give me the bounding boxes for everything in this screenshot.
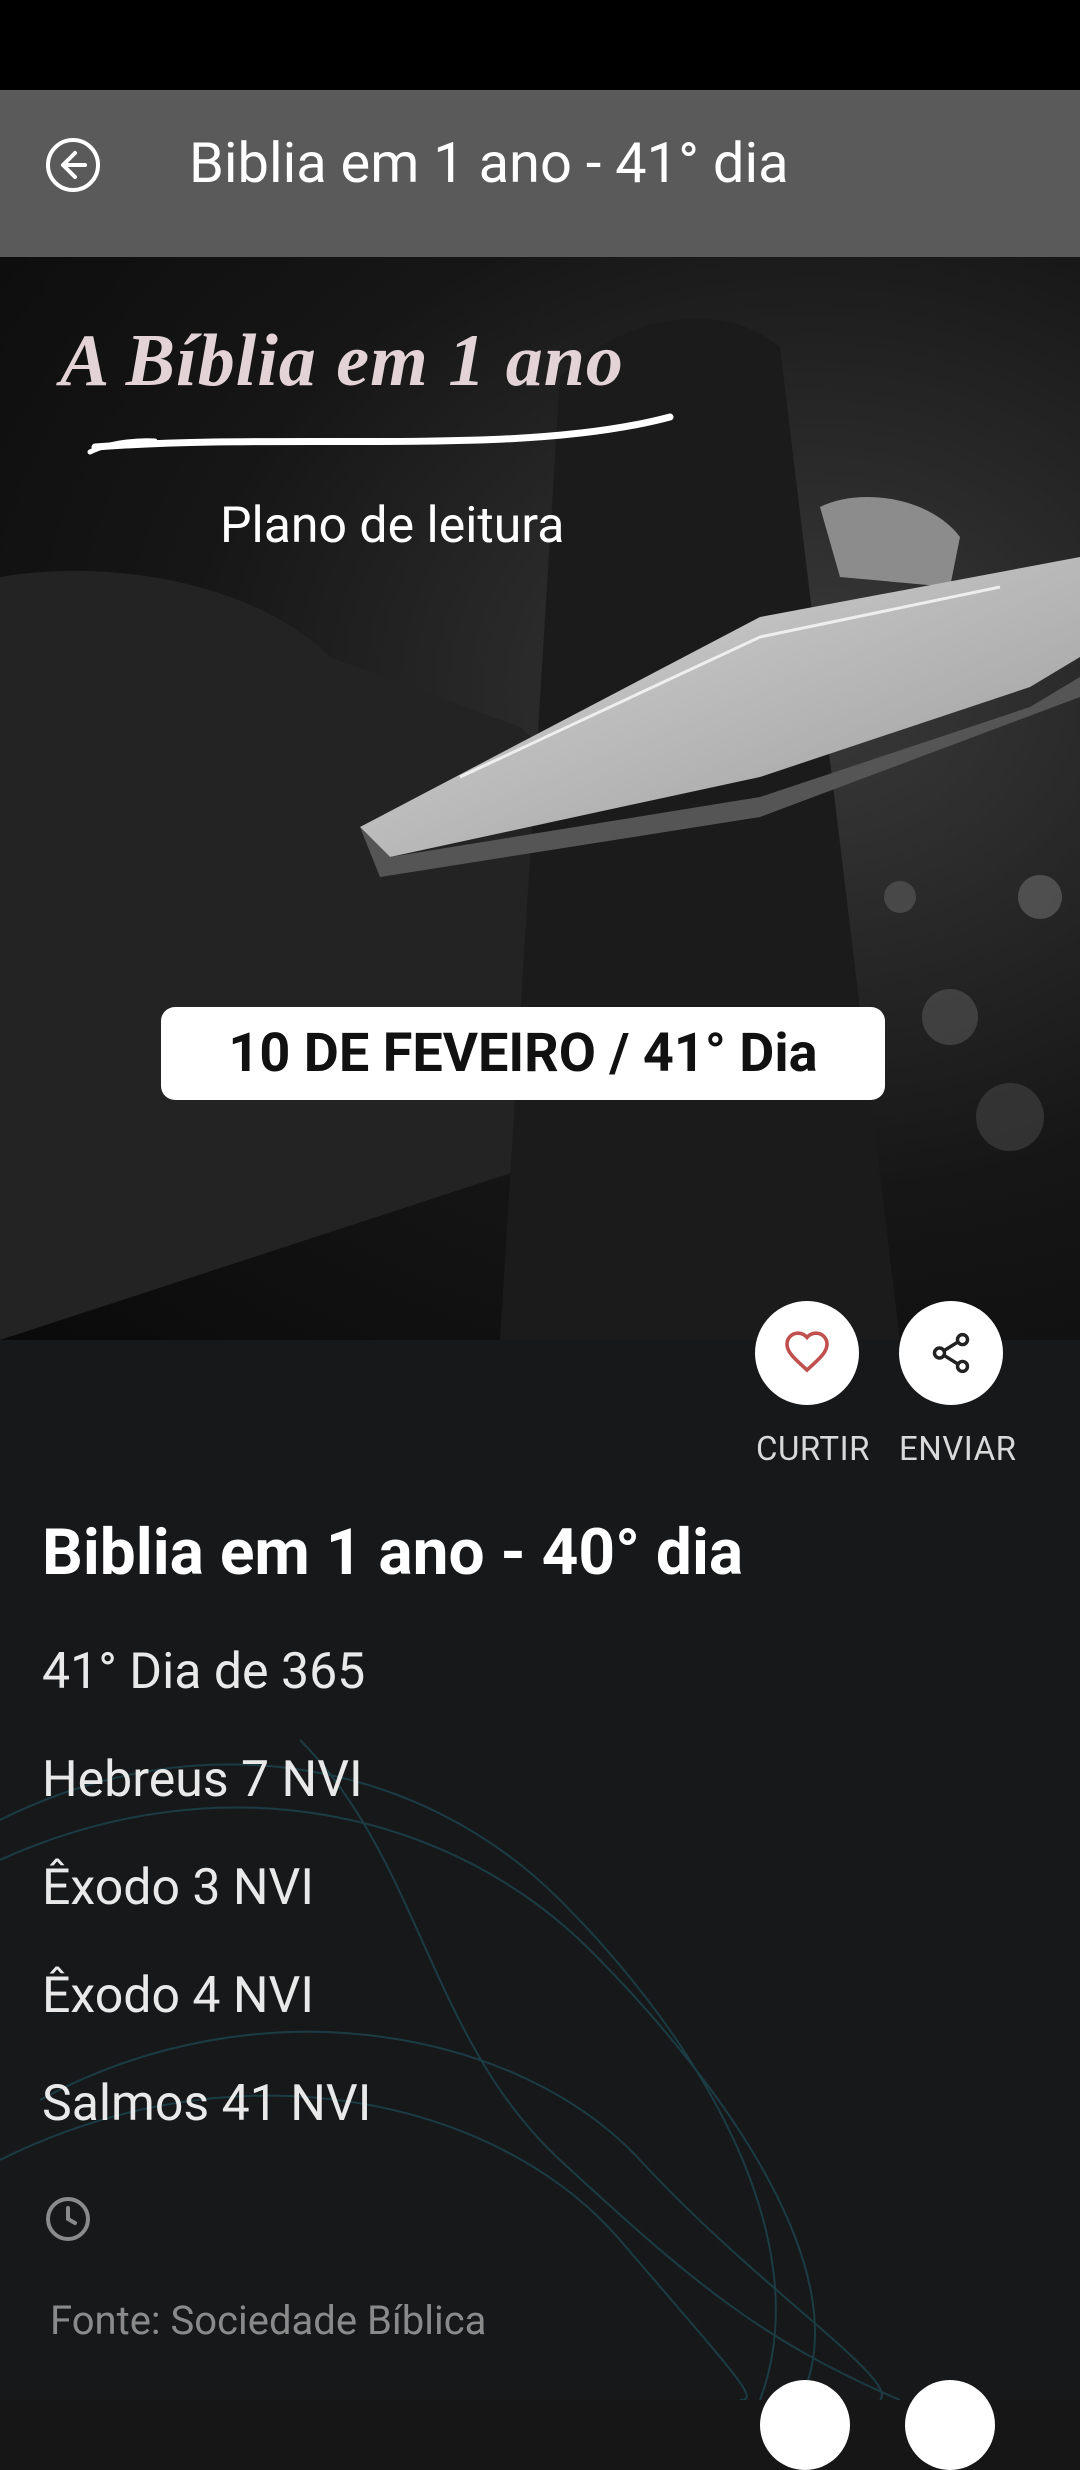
back-button[interactable] — [42, 134, 104, 196]
like-button-secondary[interactable] — [760, 2380, 850, 2470]
share-button-secondary[interactable] — [905, 2380, 995, 2470]
clock-icon — [46, 2197, 90, 2241]
hero-title: A Bíblia em 1 ano — [60, 320, 624, 402]
reading-item: Salmos 41 NVI — [42, 2075, 372, 2133]
like-button[interactable] — [755, 1301, 859, 1405]
day-count: 41° Dia de 365 — [42, 1643, 366, 1701]
app-bar: Biblia em 1 ano - 41° dia — [0, 90, 1080, 257]
date-badge: 10 DE FEVEIRO / 41° Dia — [161, 1007, 885, 1100]
reading-item: Hebreus 7 NVI — [42, 1751, 363, 1809]
heart-outline-icon — [785, 1331, 829, 1373]
hero-image: A Bíblia em 1 ano Plano de leitura 10 DE… — [0, 257, 1080, 1340]
page-title: Biblia em 1 ano - 41° dia — [189, 130, 789, 196]
share-label[interactable]: ENVIAR — [899, 1430, 1016, 1469]
bible-photo — [0, 318, 1080, 1340]
status-bar — [0, 0, 1080, 90]
like-label[interactable]: CURTIR — [756, 1430, 870, 1469]
share-button[interactable] — [899, 1301, 1003, 1405]
hero-subtitle: Plano de leitura — [220, 497, 565, 555]
share-icon — [932, 1332, 970, 1374]
reading-item: Êxodo 3 NVI — [42, 1859, 314, 1917]
arrow-left-circle-icon — [46, 138, 100, 192]
reading-item: Êxodo 4 NVI — [42, 1967, 314, 2025]
source-text: Fonte: Sociedade Bíblica — [50, 2297, 487, 2344]
post-title: Biblia em 1 ano - 40° dia — [42, 1515, 744, 1590]
